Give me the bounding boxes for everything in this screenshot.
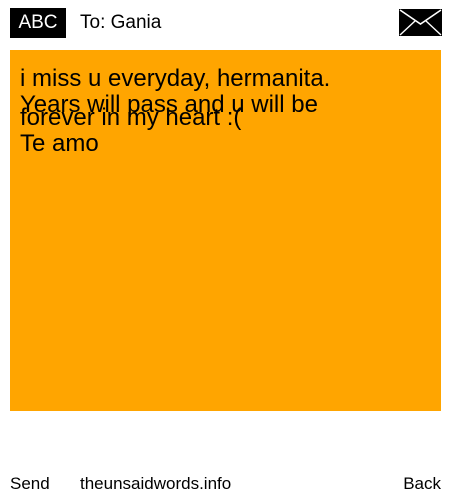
send-button[interactable]: Send [10, 470, 50, 498]
message-screen: ABC To: Gania i miss u everyday, hermani… [0, 0, 450, 500]
footer-bar: Send theunsaidwords.info Back [0, 470, 450, 498]
recipient-label: To: Gania [80, 12, 162, 33]
message-note: i miss u everyday, hermanita. Years will… [10, 50, 441, 411]
header-bar: ABC To: Gania [0, 0, 450, 46]
abc-badge: ABC [10, 8, 66, 38]
site-link[interactable]: theunsaidwords.info [80, 470, 231, 498]
message-line: Te amo [20, 130, 99, 157]
message-line: i miss u everyday, hermanita. [20, 65, 331, 92]
message-line: forever in my heart :( [20, 104, 242, 131]
envelope-icon[interactable] [399, 9, 442, 36]
back-button[interactable]: Back [403, 470, 441, 498]
